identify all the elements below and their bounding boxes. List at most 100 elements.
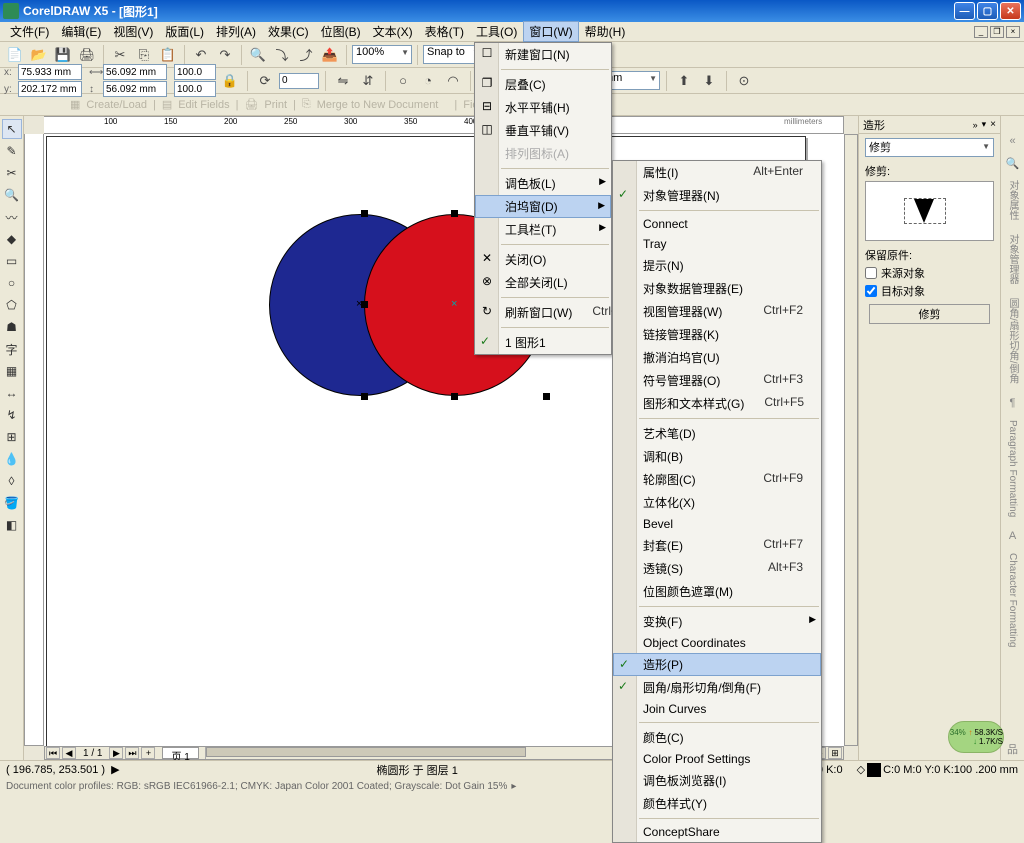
save-button[interactable]: 💾 xyxy=(52,44,74,66)
dockers-menu-item-20[interactable]: 位图颜色遮罩(M) xyxy=(613,580,821,603)
dimension-tool[interactable]: ↔ xyxy=(2,383,22,403)
docker-close-button[interactable]: × xyxy=(990,119,996,130)
dockers-menu-item-31[interactable]: 颜色样式(Y) xyxy=(613,792,821,815)
tab-more-icon[interactable]: 品 xyxy=(1005,741,1021,757)
search-button[interactable]: 🔍 xyxy=(247,44,269,66)
dockers-menu-item-17[interactable]: Bevel xyxy=(613,514,821,534)
menu-arrange[interactable]: 排列(A) xyxy=(210,21,262,42)
eyedropper-tool[interactable]: 💧 xyxy=(2,449,22,469)
outline-swatch[interactable] xyxy=(867,763,881,777)
hint-tab-icon[interactable]: 🔍 xyxy=(1005,155,1021,171)
window-menu-item-0[interactable]: ☐新建窗口(N) xyxy=(475,43,611,66)
window-menu-item-9[interactable]: 工具栏(T)▶ xyxy=(475,218,611,241)
shape-tool[interactable]: ✎ xyxy=(2,141,22,161)
table-tool[interactable]: ▦ xyxy=(2,361,22,381)
network-speed-widget[interactable]: 34%↑58.3K/S ↓1.7K/S xyxy=(948,721,1004,753)
convert-curves-button[interactable]: ⊙ xyxy=(733,70,755,92)
navigator-button[interactable]: ⊞ xyxy=(828,747,842,759)
first-page-button[interactable]: ⏮ xyxy=(46,747,60,759)
page-tab[interactable]: 页 1 xyxy=(162,747,198,759)
prev-page-button[interactable]: ◀ xyxy=(62,747,76,759)
window-menu-item-11[interactable]: ✕关闭(O) xyxy=(475,248,611,271)
merge-doc-button[interactable]: Merge to New Document xyxy=(317,99,439,111)
undo-button[interactable]: ↶ xyxy=(190,44,212,66)
shaping-type-combo[interactable]: 修剪 xyxy=(865,138,994,157)
print-merge-button[interactable]: Print xyxy=(264,99,287,111)
pie-icon[interactable]: ◔ xyxy=(417,70,439,92)
rectangle-tool[interactable]: ▭ xyxy=(2,251,22,271)
arc-icon[interactable]: ◠ xyxy=(442,70,464,92)
docker-expand-button[interactable]: « xyxy=(1005,133,1021,149)
ellipse-tool[interactable]: ○ xyxy=(2,273,22,293)
width-field[interactable]: 56.092 mm xyxy=(103,64,167,80)
mdi-close-button[interactable]: × xyxy=(1006,26,1020,38)
tab-character-formatting[interactable]: Character Formatting xyxy=(1005,547,1020,653)
next-page-button[interactable]: ▶ xyxy=(109,747,123,759)
fill-tool[interactable]: 🪣 xyxy=(2,493,22,513)
window-menu-item-8[interactable]: 泊坞窗(D)▶ xyxy=(475,195,611,218)
profiles-more-button[interactable]: ▸ xyxy=(511,781,516,792)
dockers-menu-item-5[interactable]: 提示(N) xyxy=(613,254,821,277)
outline-tool[interactable]: ◊ xyxy=(2,471,22,491)
tab-object-properties[interactable]: 对象属性 xyxy=(1003,174,1022,226)
dockers-menu-item-24[interactable]: ✓造形(P) xyxy=(613,653,821,676)
menu-table[interactable]: 表格(T) xyxy=(419,21,470,42)
dockers-menu-item-18[interactable]: 封套(E)Ctrl+F7 xyxy=(613,534,821,557)
maximize-button[interactable]: ▢ xyxy=(977,2,998,20)
dockers-menu-item-4[interactable]: Tray xyxy=(613,234,821,254)
dockers-menu-item-15[interactable]: 轮廓图(C)Ctrl+F9 xyxy=(613,468,821,491)
menu-window[interactable]: 窗口(W) xyxy=(523,21,578,42)
tab-paragraph-icon[interactable]: ¶ xyxy=(1005,395,1021,411)
new-button[interactable]: 📄 xyxy=(4,44,26,66)
source-object-checkbox[interactable]: 来源对象 xyxy=(865,265,994,281)
blend-tool[interactable]: ⊞ xyxy=(2,427,22,447)
minimize-button[interactable]: — xyxy=(954,2,975,20)
menu-bitmap[interactable]: 位图(B) xyxy=(315,21,367,42)
dockers-menu-item-11[interactable]: 图形和文本样式(G)Ctrl+F5 xyxy=(613,392,821,415)
dockers-menu-item-26[interactable]: Join Curves xyxy=(613,699,821,719)
vertical-scrollbar[interactable] xyxy=(844,134,858,746)
dockers-menu-item-30[interactable]: 调色板浏览器(I) xyxy=(613,769,821,792)
to-back-button[interactable]: ⬇ xyxy=(698,70,720,92)
dockers-menu-item-0[interactable]: 属性(I)Alt+Enter xyxy=(613,161,821,184)
docker-collapse-button[interactable]: » xyxy=(973,120,978,130)
dockers-menu-item-1[interactable]: ✓对象管理器(N) xyxy=(613,184,821,207)
last-page-button[interactable]: ⏭ xyxy=(125,747,139,759)
menu-file[interactable]: 文件(F) xyxy=(4,21,55,42)
export-button[interactable]: ⤴ xyxy=(295,44,317,66)
smart-fill-tool[interactable]: ◆ xyxy=(2,229,22,249)
freehand-tool[interactable]: 〰 xyxy=(2,207,22,227)
dockers-menu-item-10[interactable]: 符号管理器(O)Ctrl+F3 xyxy=(613,369,821,392)
tab-paragraph-formatting[interactable]: Paragraph Formatting xyxy=(1005,414,1020,523)
menu-effects[interactable]: 效果(C) xyxy=(262,21,315,42)
dockers-menu-item-13[interactable]: 艺术笔(D) xyxy=(613,422,821,445)
docker-menu-button[interactable]: ▾ xyxy=(982,119,987,130)
dockers-menu-item-25[interactable]: ✓圆角/扇形切角/倒角(F) xyxy=(613,676,821,699)
create-load-button[interactable]: Create/Load xyxy=(86,99,147,111)
target-object-checkbox[interactable]: 目标对象 xyxy=(865,283,994,299)
redo-button[interactable]: ↷ xyxy=(214,44,236,66)
zoom-combo[interactable]: 100% xyxy=(352,45,412,64)
scale-x-field[interactable]: 100.0 xyxy=(174,64,216,80)
window-menu-item-12[interactable]: ⊗全部关闭(L) xyxy=(475,271,611,294)
copy-button[interactable]: ⎘ xyxy=(133,44,155,66)
mirror-v-button[interactable]: ⇵ xyxy=(357,70,379,92)
dockers-menu-item-29[interactable]: Color Proof Settings xyxy=(613,749,821,769)
mdi-minimize-button[interactable]: _ xyxy=(974,26,988,38)
dockers-menu-item-7[interactable]: 视图管理器(W)Ctrl+F2 xyxy=(613,300,821,323)
menu-help[interactable]: 帮助(H) xyxy=(579,21,632,42)
window-menu-item-5[interactable]: 排列图标(A) xyxy=(475,142,611,165)
window-menu-item-2[interactable]: ❐层叠(C) xyxy=(475,73,611,96)
dockers-menu-item-33[interactable]: ConceptShare xyxy=(613,822,821,842)
add-page-button[interactable]: + xyxy=(141,747,155,759)
window-menu-item-4[interactable]: ◫垂直平铺(V) xyxy=(475,119,611,142)
zoom-tool[interactable]: 🔍 xyxy=(2,185,22,205)
mdi-restore-button[interactable]: ❐ xyxy=(990,26,1004,38)
dockers-menu-item-9[interactable]: 撤消泊坞官(U) xyxy=(613,346,821,369)
pos-y-field[interactable]: 202.172 mm xyxy=(18,81,82,97)
trim-apply-button[interactable]: 修剪 xyxy=(869,304,990,324)
connector-tool[interactable]: ↯ xyxy=(2,405,22,425)
crop-tool[interactable]: ✂ xyxy=(2,163,22,183)
menu-tools[interactable]: 工具(O) xyxy=(470,21,523,42)
publish-button[interactable]: 📤 xyxy=(319,44,341,66)
